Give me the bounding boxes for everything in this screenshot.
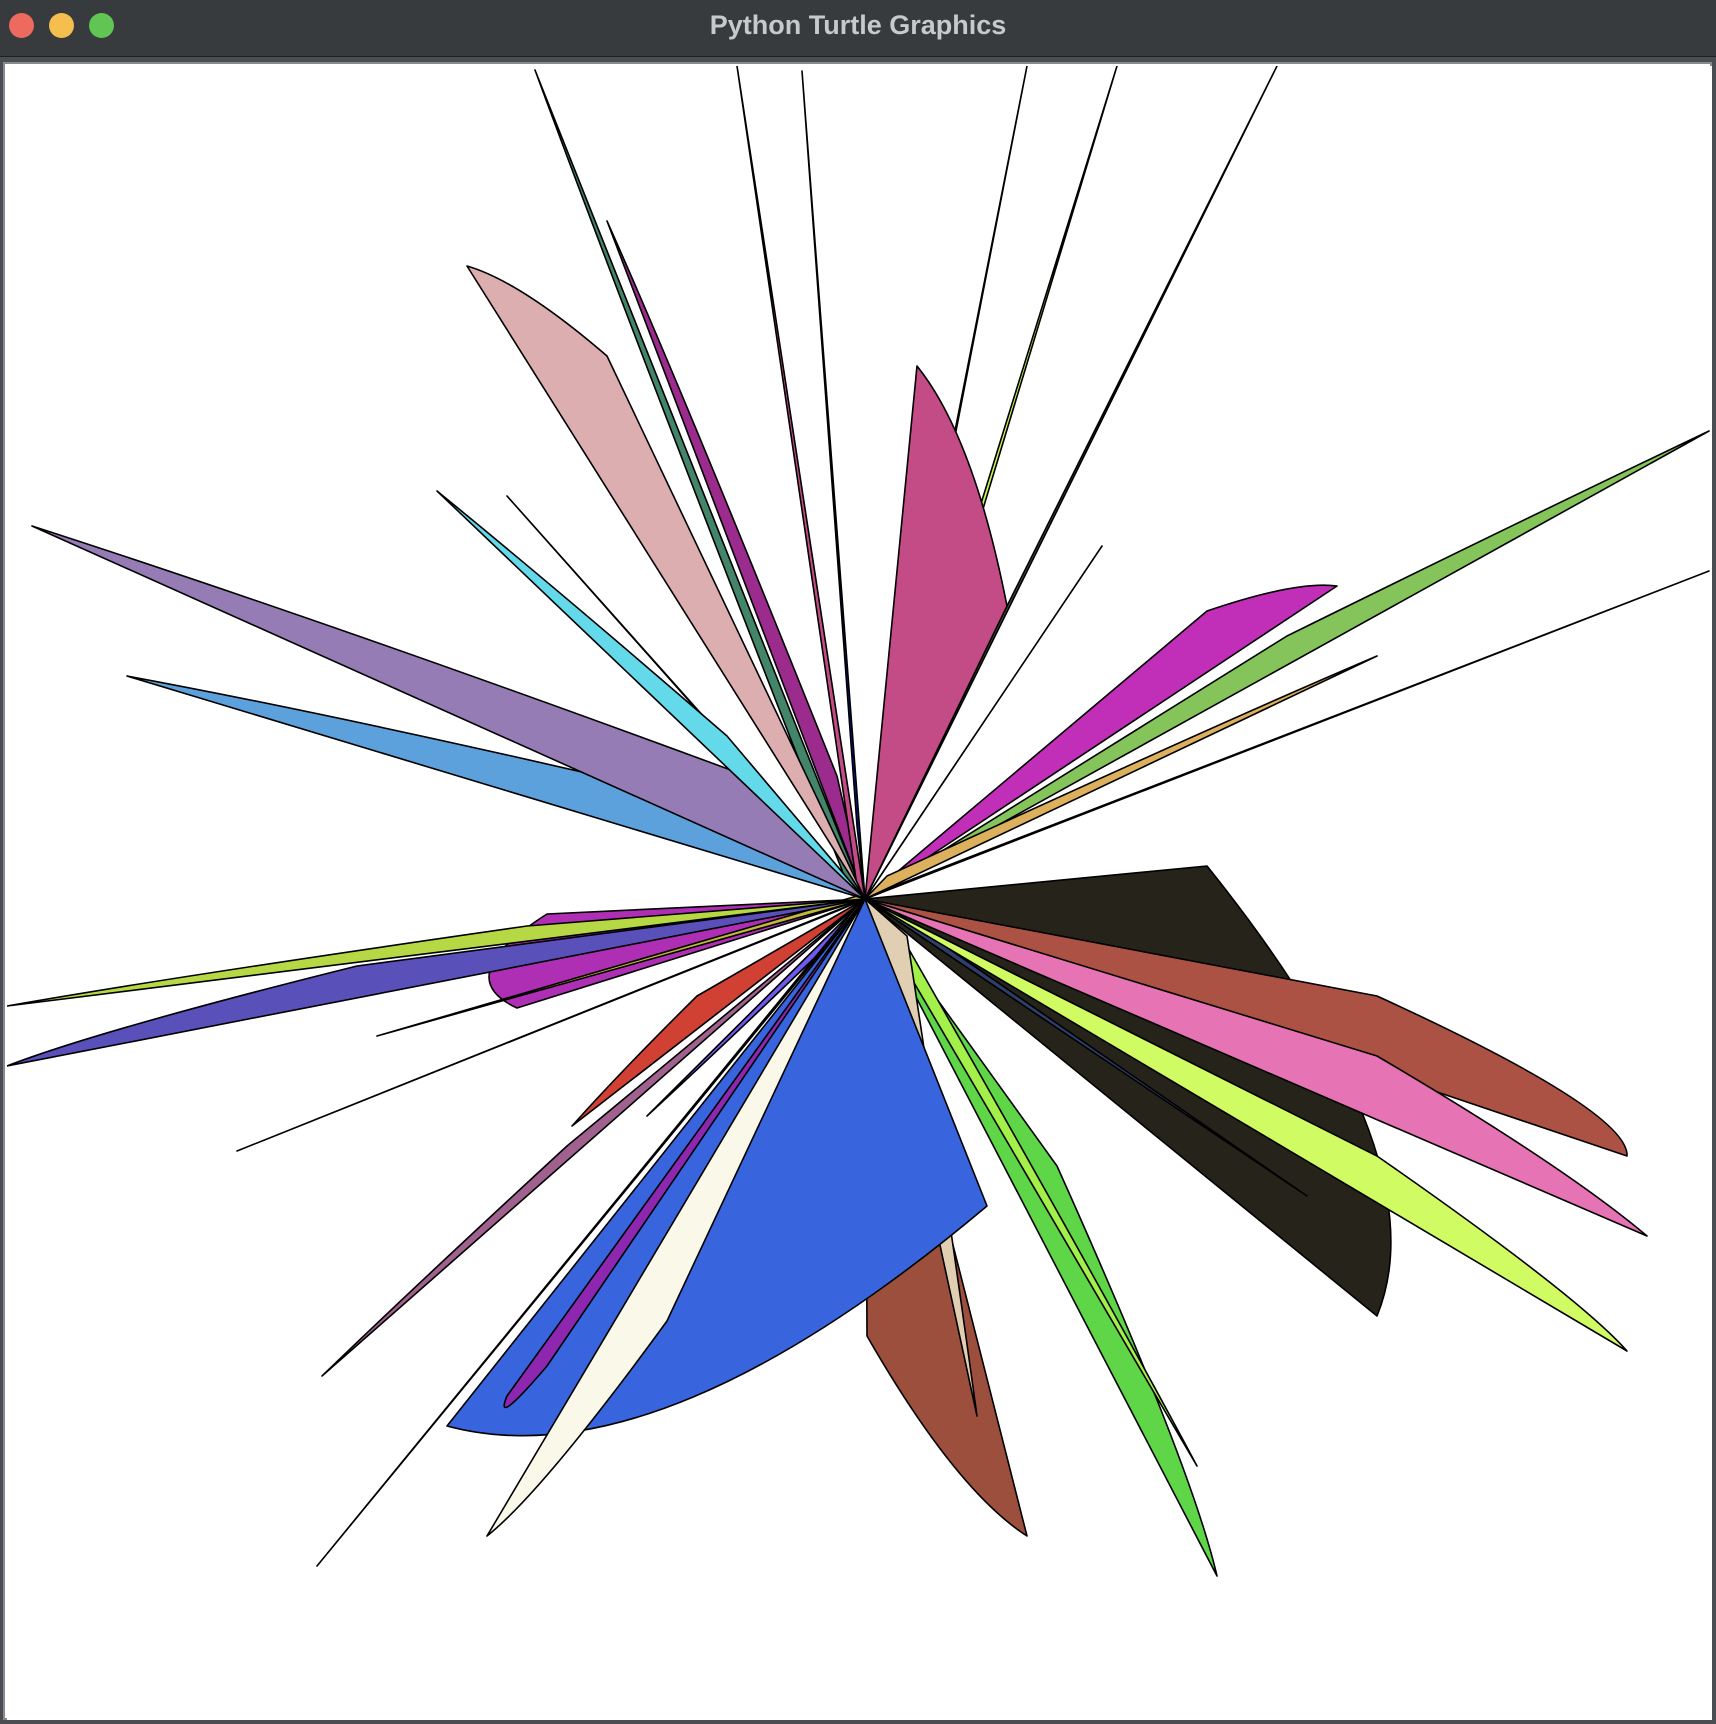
window-title: Python Turtle Graphics bbox=[709, 10, 1007, 40]
turtle-canvas[interactable] bbox=[7, 66, 1712, 1720]
canvas-frame bbox=[3, 62, 1712, 1720]
title-bar[interactable]: Python Turtle Graphics bbox=[0, 0, 1716, 57]
turtle-drawing bbox=[7, 66, 1712, 1720]
turtle-window: Python Turtle Graphics bbox=[0, 0, 1716, 1724]
